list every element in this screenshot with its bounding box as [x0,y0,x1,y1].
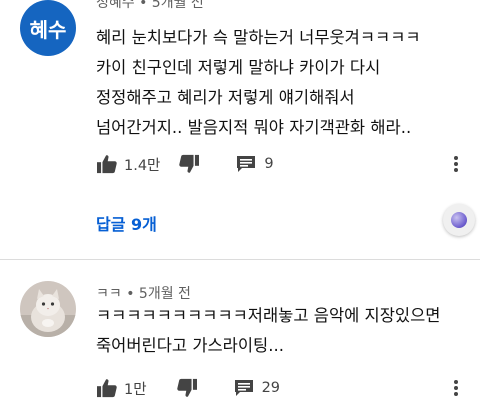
thumbs-up-icon [97,379,117,398]
comment-author-time[interactable]: 정혜수 • 5개월 전 [96,0,204,12]
comment-body: ㅋㅋㅋㅋㅋㅋㅋㅋㅋㅋ저래놓고 음악에 지장있으면 죽어버린다고 가스라이팅... [96,301,440,361]
cat-photo-avatar [20,281,76,337]
assistant-mic-icon [451,212,467,228]
comment-actions: 1.4만 9 [96,152,274,176]
avatar[interactable]: 혜수 [20,0,76,56]
comment-line: 넘어간거지.. 발음지적 뭐야 자기객관화 해라.. [96,118,412,137]
dislike-button[interactable] [176,378,198,398]
comment-icon [234,380,253,396]
like-button[interactable]: 1만 [96,378,147,399]
assistant-mic-button[interactable] [443,204,475,236]
dislike-button[interactable] [178,154,200,174]
avatar[interactable] [20,281,76,337]
view-replies-link[interactable]: 답글 9개 [96,211,157,235]
more-vert-icon [454,380,458,396]
thumbs-up-icon [97,155,117,174]
like-count: 1만 [124,381,147,398]
thumbs-down-icon [179,154,200,173]
more-vert-icon [454,156,458,172]
comment-line: 혜리 눈치보다가 슥 말하는거 너무웃겨ㅋㅋㅋㅋ [96,28,421,47]
divider [0,259,480,260]
reply-count: 29 [261,380,281,396]
like-button[interactable]: 1.4만 [96,154,160,175]
thumbs-down-icon [176,378,197,397]
reply-count: 9 [264,156,274,172]
reply-button[interactable]: 9 [236,155,274,173]
comment-line: 정정해주고 혜리가 저렇게 얘기해줘서 [96,88,355,107]
more-options-button[interactable] [444,152,468,176]
comment-body: 혜리 눈치보다가 슥 말하는거 너무웃겨ㅋㅋㅋㅋ 카이 친구인데 저렇게 말하냐… [96,23,421,143]
avatar-initials: 혜수 [29,17,67,42]
comment-line: ㅋㅋㅋㅋㅋㅋㅋㅋㅋㅋ저래놓고 음악에 지장있으면 [96,306,441,325]
comment-line: 카이 친구인데 저렇게 말하냐 카이가 다시 [96,58,381,77]
comment-author-time[interactable]: ㅋㅋ • 5개월 전 [96,283,191,303]
reply-button[interactable]: 29 [234,379,280,397]
comment-actions: 1만 29 [96,376,280,400]
comment-line: 죽어버린다고 가스라이팅... [96,336,284,355]
more-options-button[interactable] [444,376,468,400]
comment-icon [237,156,256,172]
like-count: 1.4만 [124,157,161,174]
